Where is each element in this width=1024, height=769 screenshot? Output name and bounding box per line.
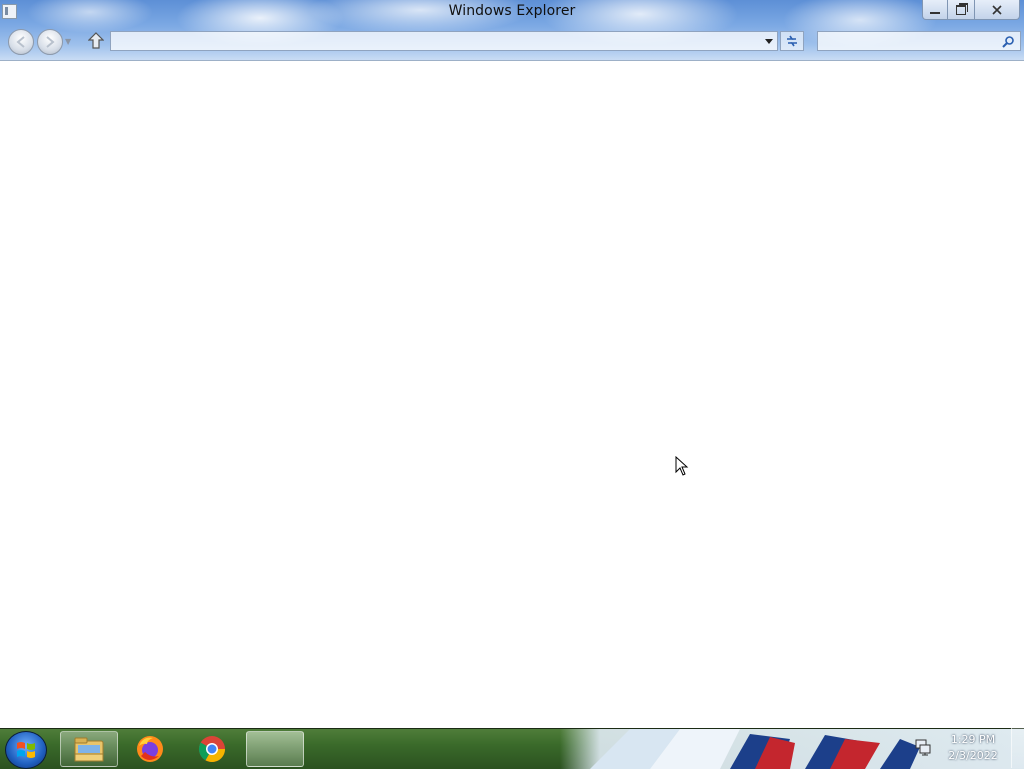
taskbar-active-window-button[interactable]	[246, 731, 304, 767]
system-clock[interactable]: 1:29 PM 2/3/2022	[940, 732, 1006, 766]
chevron-down-icon	[765, 39, 773, 44]
address-bar[interactable]	[110, 31, 778, 51]
window-titlebar[interactable]: Windows Explorer ▼	[0, 0, 1024, 61]
search-box[interactable]	[817, 31, 1021, 51]
up-button[interactable]	[86, 31, 106, 51]
windows-logo-icon	[17, 742, 35, 758]
minimize-button[interactable]	[922, 0, 948, 20]
taskbar-explorer-button[interactable]	[60, 731, 118, 767]
clock-date: 2/3/2022	[948, 749, 998, 762]
taskbar-chrome-button[interactable]	[183, 731, 241, 767]
caption-buttons	[922, 0, 1020, 20]
forward-button[interactable]	[37, 29, 63, 55]
search-icon[interactable]	[1001, 35, 1015, 49]
recent-pages-dropdown[interactable]: ▼	[65, 37, 71, 46]
taskbar	[0, 728, 1024, 769]
start-button[interactable]	[5, 731, 47, 769]
clock-time: 1:29 PM	[950, 733, 996, 746]
window-title: Windows Explorer	[448, 3, 576, 19]
restore-button[interactable]	[948, 0, 975, 20]
refresh-icon	[787, 35, 797, 47]
network-icon[interactable]	[914, 738, 932, 756]
back-arrow-icon	[16, 36, 25, 48]
close-icon	[992, 4, 1002, 15]
restore-icon	[956, 2, 968, 15]
minimize-icon	[930, 11, 940, 14]
explorer-folder-icon	[74, 737, 104, 762]
up-arrow-icon	[88, 32, 104, 49]
close-button[interactable]	[975, 0, 1020, 20]
forward-arrow-icon	[46, 36, 55, 48]
show-desktop-button[interactable]	[1011, 728, 1024, 768]
address-dropdown-button[interactable]	[763, 35, 775, 48]
content-pane[interactable]	[0, 61, 1024, 728]
refresh-button[interactable]	[780, 31, 804, 51]
firefox-icon	[137, 736, 163, 762]
chrome-icon	[198, 736, 226, 763]
taskbar-firefox-button[interactable]	[121, 731, 179, 767]
search-input[interactable]	[820, 33, 1002, 51]
back-button[interactable]	[8, 29, 34, 55]
